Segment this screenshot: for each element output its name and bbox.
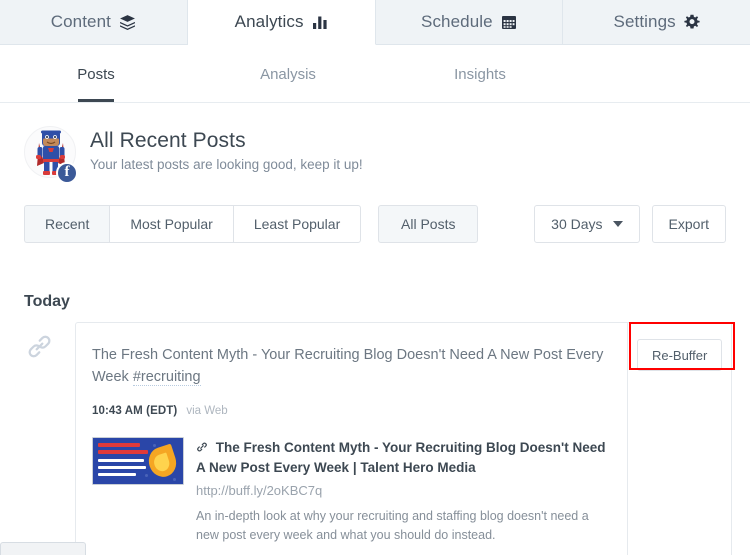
gear-icon bbox=[684, 14, 700, 30]
nav-tab-schedule[interactable]: Schedule bbox=[375, 0, 564, 45]
nav-tab-settings-label: Settings bbox=[613, 12, 676, 31]
post-hashtag[interactable]: #recruiting bbox=[132, 368, 201, 386]
link-preview-url[interactable]: http://buff.ly/2oKBC7q bbox=[196, 483, 607, 498]
link-preview-description: An in-depth look at why your recruiting … bbox=[196, 509, 589, 543]
facebook-badge-glyph: f bbox=[64, 164, 70, 180]
chain-icon bbox=[196, 440, 212, 455]
export-button[interactable]: Export bbox=[651, 205, 726, 243]
analytics-posts-page: Content Analytics Schedule Settings Post… bbox=[0, 0, 750, 555]
re-buffer-button[interactable]: Re-Buffer bbox=[636, 339, 723, 371]
calendar-icon bbox=[501, 14, 517, 30]
subnav-tab-posts[interactable]: Posts bbox=[0, 45, 192, 102]
secondary-nav: Posts Analysis Insights bbox=[0, 45, 750, 103]
subnav-tab-analysis-label: Analysis bbox=[260, 66, 316, 83]
filter-toolbar: Recent Most Popular Least Popular All Po… bbox=[0, 205, 750, 245]
nav-tab-analytics[interactable]: Analytics bbox=[187, 0, 376, 45]
toolbar-right-controls: 30 Days Export bbox=[534, 205, 726, 243]
date-range-dropdown[interactable]: 30 Days bbox=[534, 205, 640, 243]
layers-icon bbox=[119, 14, 136, 31]
date-range-label: 30 Days bbox=[551, 216, 603, 232]
page-subtitle: Your latest posts are looking good, keep… bbox=[90, 157, 363, 172]
subnav-tab-insights-label: Insights bbox=[454, 66, 506, 83]
post-text: The Fresh Content Myth - Your Recruiting… bbox=[92, 345, 607, 389]
filter-least-popular-button[interactable]: Least Popular bbox=[232, 205, 362, 243]
page-title: All Recent Posts bbox=[90, 129, 246, 152]
post-source: via Web bbox=[186, 404, 228, 417]
post-content: The Fresh Content Myth - Your Recruiting… bbox=[76, 323, 627, 555]
facebook-badge-icon: f bbox=[56, 162, 78, 184]
nav-tab-content[interactable]: Content bbox=[0, 0, 188, 45]
filter-most-popular-button[interactable]: Most Popular bbox=[109, 205, 233, 243]
post-actions-panel: Re-Buffer bbox=[627, 323, 731, 555]
link-preview-title[interactable]: The Fresh Content Myth - Your Recruiting… bbox=[196, 438, 607, 480]
post-card[interactable]: The Fresh Content Myth - Your Recruiting… bbox=[75, 322, 732, 555]
link-icon bbox=[26, 333, 53, 365]
filter-recent-button[interactable]: Recent bbox=[24, 205, 110, 243]
link-preview-thumbnail bbox=[92, 436, 184, 485]
bar-chart-icon bbox=[312, 14, 328, 30]
section-heading-today: Today bbox=[24, 293, 70, 310]
subnav-tab-insights[interactable]: Insights bbox=[384, 45, 576, 102]
nav-tab-settings[interactable]: Settings bbox=[563, 0, 750, 45]
subnav-tab-analysis[interactable]: Analysis bbox=[192, 45, 384, 102]
chevron-down-icon bbox=[612, 221, 623, 227]
bottom-status-chip[interactable] bbox=[0, 542, 86, 555]
page-header: f All Recent Posts Your latest posts are… bbox=[0, 115, 750, 190]
avatar[interactable]: f bbox=[24, 122, 78, 184]
link-preview[interactable]: The Fresh Content Myth - Your Recruiting… bbox=[92, 436, 607, 545]
sort-button-group: Recent Most Popular Least Popular bbox=[24, 205, 362, 243]
post-meta: 10:43 AM (EDT) via Web bbox=[92, 405, 607, 417]
nav-tab-content-label: Content bbox=[50, 12, 111, 31]
nav-tab-analytics-label: Analytics bbox=[234, 12, 304, 31]
link-preview-title-text: The Fresh Content Myth - Your Recruiting… bbox=[196, 439, 606, 476]
filter-all-posts-button[interactable]: All Posts bbox=[378, 205, 479, 243]
primary-nav: Content Analytics Schedule Settings bbox=[0, 0, 750, 45]
subnav-tab-posts-label: Posts bbox=[77, 66, 115, 83]
post-timestamp: 10:43 AM (EDT) bbox=[92, 404, 178, 417]
nav-tab-schedule-label: Schedule bbox=[421, 12, 493, 31]
